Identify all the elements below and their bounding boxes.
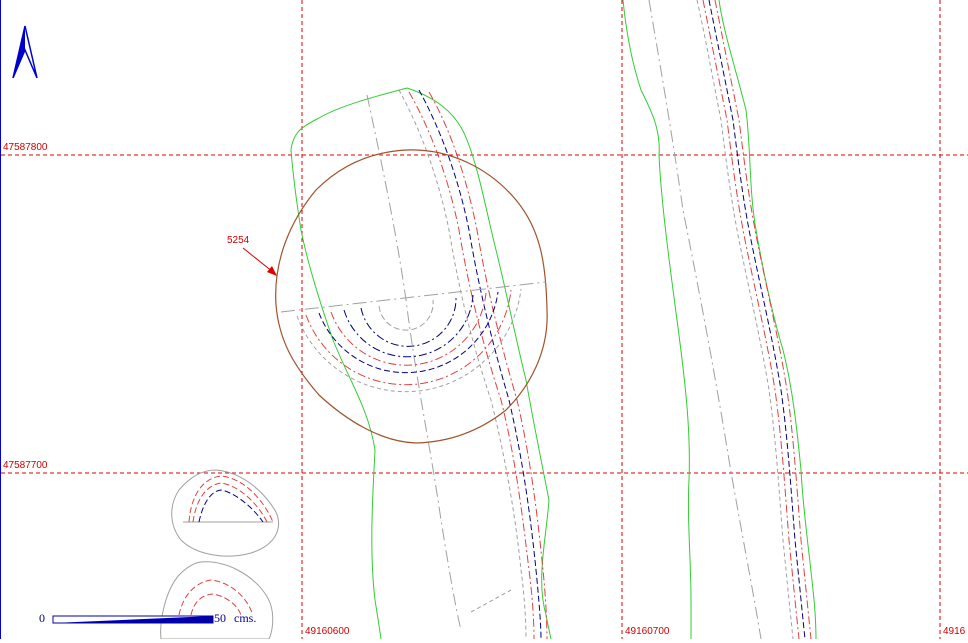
small-feature-upper (171, 469, 280, 557)
left-band-stub (470, 589, 512, 613)
small-feature-lower (160, 561, 274, 640)
map-canvas[interactable]: 47587800 47587700 49160600 49160700 4916 (0, 0, 968, 640)
scale-bar-start-label: 0 (39, 611, 45, 625)
scale-bar-end-label: 50 (214, 611, 226, 625)
scale-bar-unit-label: cms. (234, 611, 256, 625)
scale-bar: 0 50 cms. (39, 611, 256, 625)
feature-label-arrow (242, 247, 277, 276)
feature-5254-contour-blue-2 (343, 294, 474, 358)
feature-5254-axis-horizontal (280, 281, 547, 313)
right-band-contour-red-1 (702, 0, 800, 640)
feature-5254-contour-gray-inner (378, 299, 434, 331)
small-feature-upper-outline (171, 469, 280, 557)
right-band-contour-red-2 (714, 0, 812, 640)
right-band-contour-blue (708, 0, 806, 640)
grid-label-y-47587800: 47587800 (3, 142, 48, 153)
grid-label-x-49160600: 49160600 (305, 626, 350, 637)
left-band-contour-red-1 (408, 91, 535, 640)
map-drawing: 47587800 47587700 49160600 49160700 4916 (1, 0, 968, 640)
right-band-axis (648, 0, 762, 640)
small-feature-lower-outline (160, 561, 274, 640)
right-band-contour-gray (696, 0, 794, 640)
right-band-feature (622, 0, 817, 640)
north-arrow-icon (12, 25, 38, 79)
grid-label-x-49160700: 49160700 (625, 626, 670, 637)
feature-label-5254[interactable]: 5254 (227, 235, 250, 246)
feature-5254-contour-red-2 (305, 289, 512, 386)
feature-5254-contour-gray-outer (296, 288, 522, 393)
grid-label-y-47587700: 47587700 (3, 460, 48, 471)
grid-lines (1, 0, 968, 639)
grid-label-x-4916: 4916 (943, 626, 966, 637)
left-band-axis (366, 94, 462, 631)
right-band-outline-green-left (622, 0, 692, 639)
